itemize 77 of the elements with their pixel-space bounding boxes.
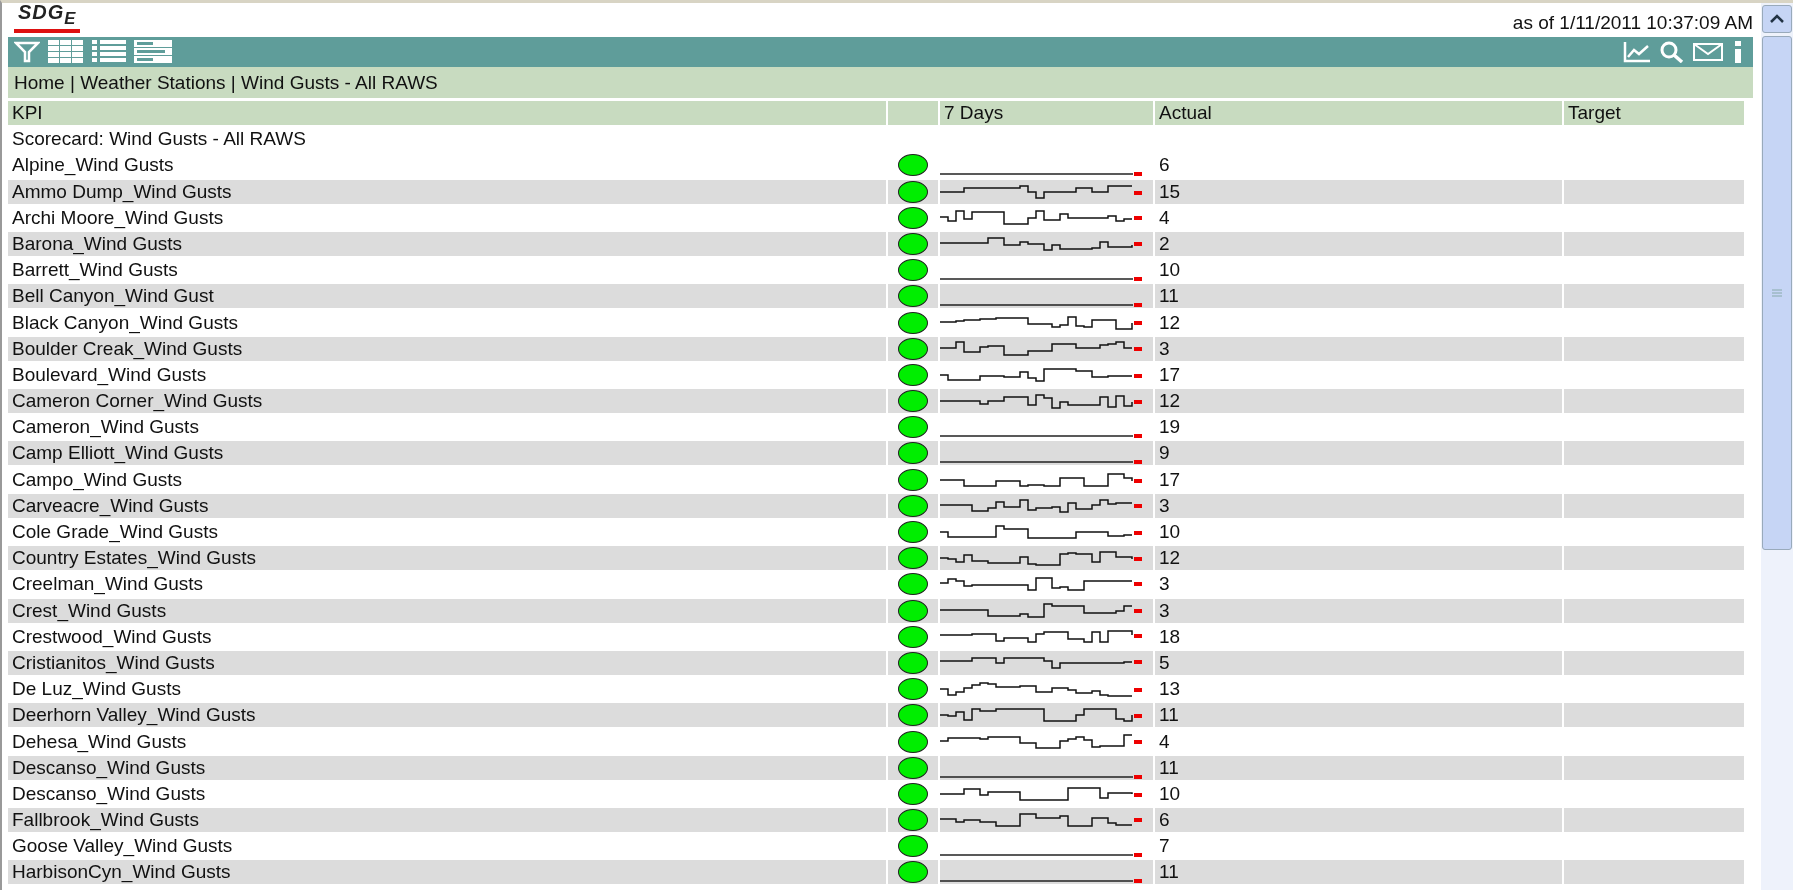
actual-cell: 3 — [1155, 493, 1562, 518]
kpi-name-cell[interactable]: Goose Valley_Wind Gusts — [8, 834, 886, 859]
actual-cell-text: 7 — [1158, 834, 1171, 859]
actual-cell: 12 — [1155, 389, 1562, 414]
kpi-name-cell[interactable]: Dehesa_Wind Gusts — [8, 729, 886, 754]
actual-cell: 3 — [1155, 598, 1562, 623]
actual-cell-text: 4 — [1158, 205, 1171, 230]
kpi-name-cell[interactable]: Country Estates_Wind Gusts — [8, 546, 886, 571]
column-header: KPI — [8, 101, 886, 125]
actual-cell: 11 — [1155, 860, 1562, 885]
actual-cell-text: 10 — [1158, 258, 1182, 283]
actual-cell: 6 — [1155, 808, 1562, 833]
actual-cell-text: 12 — [1158, 310, 1182, 335]
kpi-name-cell[interactable]: Fallbrook_Wind Gusts — [8, 808, 886, 833]
chevron-up-icon — [1770, 14, 1784, 24]
scrollbar[interactable] — [1761, 3, 1793, 890]
breadcrumb: Home | Weather Stations | Wind Gusts - All RAWS — [8, 67, 1753, 98]
grip-icon — [1772, 289, 1782, 297]
kpi-name-cell[interactable]: Deerhorn Valley_Wind Gusts — [8, 703, 886, 728]
actual-cell-text: 17 — [1158, 467, 1182, 492]
actual-cell-text: 13 — [1158, 677, 1182, 702]
actual-cell: 11 — [1155, 284, 1562, 309]
grid-icon[interactable] — [48, 40, 84, 64]
scroll-thumb[interactable] — [1762, 36, 1792, 550]
kpi-name-cell[interactable]: HarbisonCyn_Wind Gusts — [8, 860, 886, 885]
actual-cell-text: 10 — [1158, 781, 1182, 806]
kpi-name-cell[interactable]: Boulevard_Wind Gusts — [8, 362, 886, 387]
kpi-name-cell[interactable]: Black Canyon_Wind Gusts — [8, 310, 886, 335]
kpi-name-cell[interactable]: Crest_Wind Gusts — [8, 598, 886, 623]
kpi-name-cell[interactable]: Alpine_Wind Gusts — [8, 153, 886, 178]
column-header: Target — [1564, 101, 1744, 125]
actual-cell-text: 10 — [1158, 520, 1182, 544]
actual-cell: 11 — [1155, 755, 1562, 780]
list-icon[interactable] — [92, 40, 126, 64]
kpi-name-cell[interactable]: Boulder Creak_Wind Gusts — [8, 336, 886, 361]
actual-cell: 11 — [1155, 703, 1562, 728]
actual-cell-text: 19 — [1158, 415, 1182, 440]
mail-icon[interactable] — [1693, 42, 1723, 62]
column-header-background — [888, 101, 938, 125]
actual-cell: 12 — [1155, 546, 1562, 571]
kpi-name-cell[interactable]: Crestwood_Wind Gusts — [8, 624, 886, 649]
timestamp: as of 1/11/2011 10:37:09 AM — [1512, 12, 1753, 35]
search-icon[interactable] — [1659, 41, 1685, 63]
kpi-name-cell[interactable]: Campo_Wind Gusts — [8, 467, 886, 492]
column-header: Actual — [1155, 101, 1562, 125]
actual-cell: 15 — [1155, 179, 1562, 204]
kpi-name-cell[interactable]: Ammo Dump_Wind Gusts — [8, 179, 886, 204]
kpi-name-cell[interactable]: Descanso_Wind Gusts — [8, 755, 886, 780]
kpi-name-cell[interactable]: Bell Canyon_Wind Gust — [8, 284, 886, 309]
kpi-name-cell[interactable]: Camp Elliott_Wind Gusts — [8, 441, 886, 466]
kpi-name-cell[interactable]: Carveacre_Wind Gusts — [8, 493, 886, 518]
line-chart-icon[interactable] — [1623, 41, 1651, 63]
kpi-name-cell[interactable]: Creelman_Wind Gusts — [8, 572, 886, 597]
kpi-name-cell[interactable]: Barona_Wind Gusts — [8, 231, 886, 256]
kpi-name-cell[interactable]: Cameron Corner_Wind Gusts — [8, 389, 886, 414]
filter-icon[interactable] — [14, 40, 40, 64]
actual-cell: 9 — [1155, 441, 1562, 466]
company-logo: SDG$_{E}$ — [14, 3, 81, 33]
kpi-name-cell[interactable]: Cole Grade_Wind Gusts — [8, 520, 886, 544]
actual-cell-text: 17 — [1158, 362, 1182, 387]
actual-cell: 5 — [1155, 650, 1562, 675]
actual-cell: 3 — [1155, 336, 1562, 361]
actual-cell-text: 3 — [1158, 572, 1171, 597]
kpi-name-cell[interactable]: Cameron_Wind Gusts — [8, 415, 886, 440]
scroll-up-button[interactable] — [1762, 5, 1792, 33]
kpi-name-cell[interactable]: Archi Moore_Wind Gusts — [8, 205, 886, 230]
kpi-name-cell[interactable]: Cristianitos_Wind Gusts — [8, 650, 886, 675]
actual-cell-text: 6 — [1158, 153, 1171, 178]
actual-cell: 2 — [1155, 231, 1562, 256]
actual-cell-text: 4 — [1158, 729, 1171, 754]
column-header: 7 Days — [940, 101, 1153, 125]
detail-list-icon[interactable] — [134, 40, 172, 64]
actual-cell-text: 18 — [1158, 624, 1182, 649]
section-title: Scorecard: Wind Gusts - All RAWS — [11, 127, 307, 152]
kpi-name-cell[interactable]: Descanso_Wind Gusts — [8, 781, 886, 806]
kpi-name-cell[interactable]: De Luz_Wind Gusts — [8, 677, 886, 702]
kpi-name-cell[interactable]: Barrett_Wind Gusts — [8, 258, 886, 283]
